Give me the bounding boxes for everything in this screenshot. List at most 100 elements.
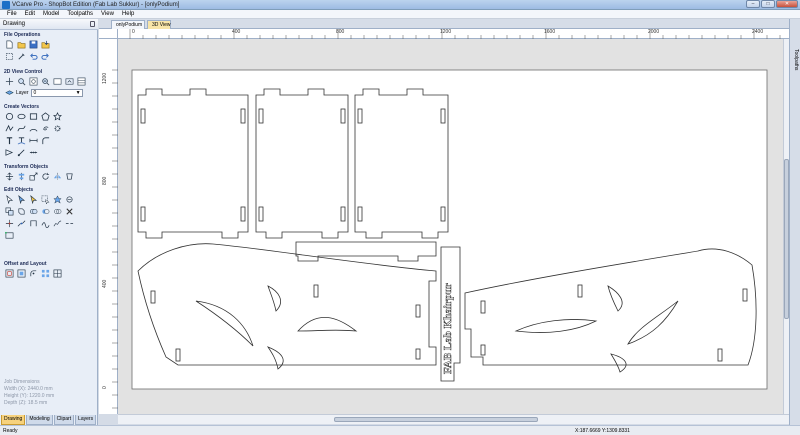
fillet-corner-icon[interactable] xyxy=(28,268,38,278)
section-title: Offset and Layout xyxy=(4,261,47,267)
layer-value: 0 xyxy=(33,90,37,96)
menu-model[interactable]: Model xyxy=(39,10,63,18)
vertical-scrollbar[interactable] xyxy=(783,39,789,414)
draw-tool-icon[interactable] xyxy=(4,147,14,157)
undo-icon[interactable] xyxy=(28,51,38,61)
move-start-icon[interactable] xyxy=(4,230,14,240)
section-title: Transform Objects xyxy=(4,164,49,170)
node-select-icon[interactable] xyxy=(16,194,26,204)
transform-select-icon[interactable] xyxy=(28,194,38,204)
menu-help[interactable]: Help xyxy=(118,10,138,18)
job-setup-icon[interactable] xyxy=(4,51,14,61)
pin-icon[interactable] xyxy=(90,21,95,27)
measure-icon[interactable] xyxy=(28,147,38,157)
arc-icon[interactable] xyxy=(28,123,38,133)
offset-icon[interactable] xyxy=(4,268,14,278)
scale-icon[interactable] xyxy=(28,171,38,181)
mirror-icon[interactable] xyxy=(52,171,62,181)
scroll-thumb[interactable] xyxy=(334,417,538,422)
ruler-label: 1200 xyxy=(440,29,452,35)
group-icon[interactable] xyxy=(4,206,14,216)
status-text: Ready xyxy=(3,428,18,434)
chevron-down-icon: ▼ xyxy=(75,90,81,96)
menu-toolpaths[interactable]: Toolpaths xyxy=(63,10,97,18)
menu-view[interactable]: View xyxy=(97,10,118,18)
break-icon[interactable] xyxy=(64,218,74,228)
layers-icon[interactable] xyxy=(76,76,86,86)
move-icon[interactable] xyxy=(4,171,14,181)
curve-fit-icon[interactable] xyxy=(52,218,62,228)
trim-icon[interactable] xyxy=(4,218,14,228)
section-title: 2D View Control xyxy=(4,69,43,75)
redo-icon[interactable] xyxy=(40,51,50,61)
minimize-button[interactable]: – xyxy=(746,0,760,8)
polyline-icon[interactable] xyxy=(4,123,14,133)
selection-box-icon[interactable] xyxy=(40,194,50,204)
spiral-icon[interactable] xyxy=(40,123,50,133)
drawing-canvas[interactable]: FAB Lab Khairpur xyxy=(118,39,789,414)
tab-3d-view[interactable]: 3D View xyxy=(147,20,171,29)
toolpaths-label: Toolpaths xyxy=(793,49,799,71)
distort-icon[interactable] xyxy=(64,171,74,181)
zoom-box-icon[interactable] xyxy=(16,76,26,86)
circle-icon[interactable] xyxy=(4,111,14,121)
text-icon[interactable] xyxy=(4,135,14,145)
ellipse-icon[interactable] xyxy=(16,111,26,121)
tab-clipart[interactable]: Clipart xyxy=(53,415,75,425)
subtract-icon[interactable] xyxy=(40,206,50,216)
join-icon[interactable] xyxy=(16,218,26,228)
tab-modeling[interactable]: Modeling xyxy=(26,415,53,425)
dimension-icon[interactable] xyxy=(28,135,38,145)
close-vectors-icon[interactable] xyxy=(28,218,38,228)
copy-along-icon[interactable] xyxy=(16,268,26,278)
ruler-label: 0 xyxy=(132,29,135,35)
close-button[interactable]: ✕ xyxy=(776,0,798,8)
scroll-thumb[interactable] xyxy=(784,159,789,319)
tab-layers[interactable]: Layers xyxy=(75,415,97,425)
rotate-icon[interactable] xyxy=(40,171,50,181)
intersect-icon[interactable] xyxy=(52,206,62,216)
rectangle-icon[interactable] xyxy=(28,111,38,121)
menu-edit[interactable]: Edit xyxy=(21,10,39,18)
new-file-icon[interactable] xyxy=(4,39,14,49)
menu-file[interactable]: File xyxy=(3,10,21,18)
pan-icon[interactable] xyxy=(4,76,14,86)
polygon-icon[interactable] xyxy=(40,111,50,121)
horizontal-scrollbar[interactable] xyxy=(118,414,789,424)
node-edit-icon[interactable] xyxy=(16,147,26,157)
view-3d-icon[interactable] xyxy=(64,76,74,86)
align-icon[interactable] xyxy=(16,171,26,181)
layer-dropdown[interactable]: 0 ▼ xyxy=(30,89,83,97)
ungroup-icon[interactable] xyxy=(16,206,26,216)
tab-drawing[interactable]: Drawing xyxy=(1,415,26,425)
tools-icon[interactable] xyxy=(16,51,26,61)
text-on-curve-icon[interactable] xyxy=(16,135,26,145)
select-similar-icon[interactable] xyxy=(64,194,74,204)
toolpaths-panel-tab[interactable]: Toolpaths xyxy=(789,19,800,425)
smooth-icon[interactable] xyxy=(40,218,50,228)
save-icon[interactable] xyxy=(28,39,38,49)
maximize-button[interactable]: □ xyxy=(761,0,775,8)
star-icon[interactable] xyxy=(52,111,62,121)
open-folder-icon[interactable] xyxy=(16,39,26,49)
panel-tabs: Drawing Modeling Clipart Layers xyxy=(0,415,98,425)
import-icon[interactable] xyxy=(40,39,50,49)
layer-icon xyxy=(4,88,14,98)
zoom-extents-icon[interactable] xyxy=(28,76,38,86)
fillet-icon[interactable] xyxy=(40,135,50,145)
offset-layout-section: Offset and Layout xyxy=(4,261,96,280)
ruler-label: 800 xyxy=(102,176,108,185)
weld-icon[interactable] xyxy=(28,206,38,216)
ruler-label: 0 xyxy=(102,386,108,389)
delete-icon[interactable] xyxy=(64,206,74,216)
curve-icon[interactable] xyxy=(16,123,26,133)
zoom-out-icon[interactable] xyxy=(40,76,50,86)
view-2d-icon[interactable] xyxy=(52,76,62,86)
array-copy-icon[interactable] xyxy=(40,268,50,278)
select-icon[interactable] xyxy=(4,194,14,204)
ruler-label: 400 xyxy=(232,29,241,35)
nesting-icon[interactable] xyxy=(52,268,62,278)
select-all-icon[interactable] xyxy=(52,194,62,204)
gear-icon[interactable] xyxy=(52,123,62,133)
tab-onlypodium[interactable]: onlyPodium xyxy=(111,20,145,29)
